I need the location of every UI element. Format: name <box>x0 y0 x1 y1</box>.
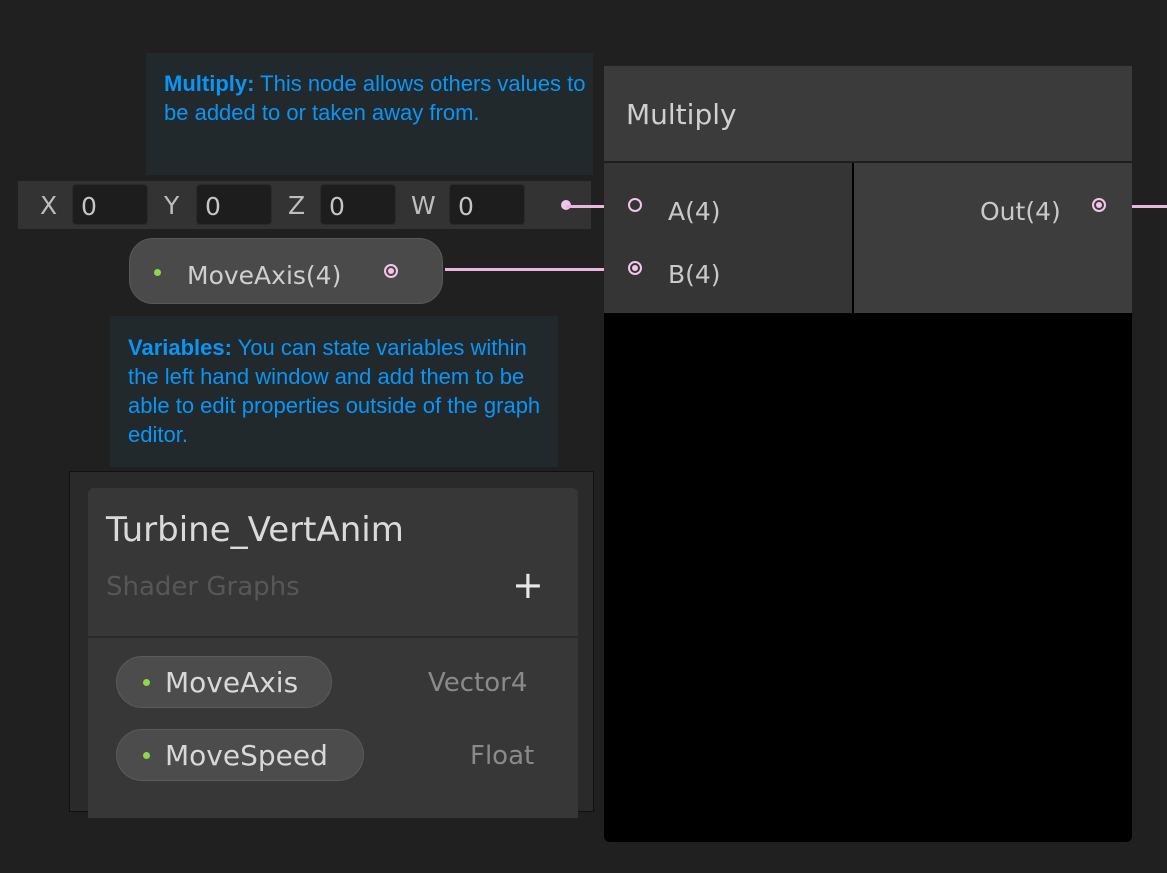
w-field[interactable]: 0 <box>449 184 525 225</box>
y-field[interactable]: 0 <box>196 184 272 225</box>
input-a-port-icon[interactable] <box>628 198 642 212</box>
blackboard-header: Turbine_VertAnim Shader Graphs + <box>88 488 578 638</box>
property-dot-icon <box>154 269 161 276</box>
blackboard: Turbine_VertAnim Shader Graphs + MoveAxi… <box>69 471 594 818</box>
output-port-icon[interactable] <box>1092 198 1106 212</box>
variables-callout-title: Variables: <box>128 335 232 360</box>
moveaxis-property-node[interactable]: MoveAxis(4) <box>129 238 443 304</box>
multiply-callout-title: Multiply: <box>164 71 255 96</box>
z-label: Z <box>288 191 306 220</box>
multiply-node[interactable]: Multiply A(4) B(4) Out(4) <box>604 66 1132 842</box>
input-b-label: B(4) <box>668 260 721 289</box>
input-a-label: A(4) <box>668 197 721 226</box>
variables-callout: Variables: You can state variables withi… <box>110 316 558 467</box>
property-dot-icon <box>143 679 150 686</box>
property-node-label: MoveAxis(4) <box>187 261 342 290</box>
blackboard-property-moveaxis[interactable]: MoveAxis <box>116 656 332 708</box>
output-label: Out(4) <box>980 197 1061 226</box>
blackboard-title: Turbine_VertAnim <box>106 510 404 550</box>
property-name: MoveAxis <box>165 666 299 699</box>
x-field[interactable]: 0 <box>72 184 148 225</box>
node-title: Multiply <box>626 98 737 131</box>
w-label: W <box>411 191 436 220</box>
blackboard-panel: Turbine_VertAnim Shader Graphs + MoveAxi… <box>88 488 578 818</box>
property-type: Vector4 <box>428 668 528 698</box>
y-label: Y <box>164 191 180 220</box>
property-type: Float <box>470 741 535 771</box>
multiply-node-header[interactable]: Multiply <box>604 66 1132 163</box>
x-label: X <box>40 191 58 220</box>
multiply-callout: Multiply: This node allows others values… <box>146 53 593 175</box>
property-output-port-icon[interactable] <box>384 264 398 278</box>
wire-b <box>445 268 626 271</box>
add-property-button[interactable]: + <box>512 566 544 604</box>
property-name: MoveSpeed <box>165 739 328 772</box>
node-inputs: A(4) B(4) <box>604 163 852 313</box>
node-outputs: Out(4) <box>854 163 1132 313</box>
z-field[interactable]: 0 <box>320 184 396 225</box>
input-b-port-icon[interactable] <box>628 261 642 275</box>
property-dot-icon <box>143 752 150 759</box>
vector4-input: X 0 Y 0 Z 0 W 0 <box>18 181 591 229</box>
blackboard-property-movespeed[interactable]: MoveSpeed <box>116 729 364 781</box>
blackboard-subtitle: Shader Graphs <box>106 572 300 602</box>
